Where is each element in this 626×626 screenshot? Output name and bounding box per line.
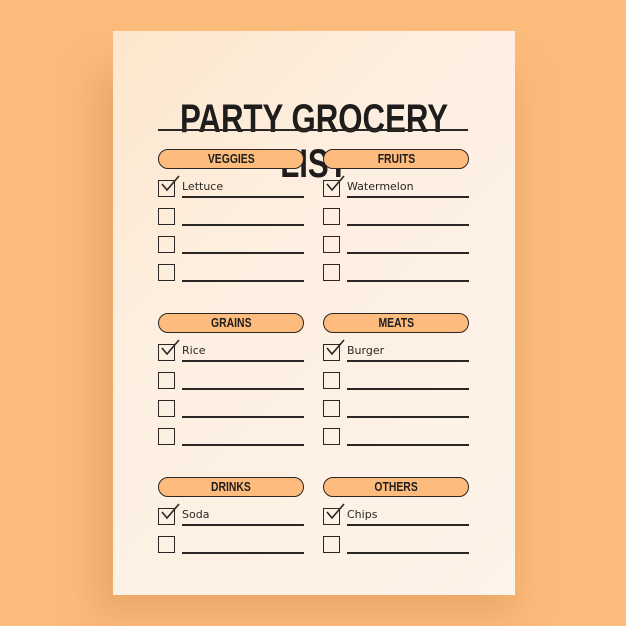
- item-write-line[interactable]: [347, 196, 469, 198]
- checkbox[interactable]: [158, 236, 175, 253]
- checkbox[interactable]: [323, 536, 340, 553]
- item-write-line[interactable]: [182, 196, 304, 198]
- checkmark-icon: [161, 339, 180, 356]
- section-label: OTHERS: [374, 479, 418, 494]
- section-label: MEATS: [378, 315, 414, 330]
- list-item: Burger: [323, 339, 469, 369]
- checkbox[interactable]: [323, 400, 340, 417]
- section-drinks: DRINKS Soda: [158, 477, 304, 561]
- item-write-line[interactable]: [182, 552, 304, 554]
- checkbox[interactable]: [323, 236, 340, 253]
- item-text: Soda: [182, 508, 210, 521]
- section-header-meats: MEATS: [323, 313, 469, 333]
- item-write-line[interactable]: [182, 252, 304, 254]
- item-write-line[interactable]: [347, 444, 469, 446]
- section-header-veggies: VEGGIES: [158, 149, 304, 169]
- title-divider: [158, 129, 468, 131]
- section-others: OTHERS Chips: [323, 477, 469, 561]
- item-write-line[interactable]: [182, 444, 304, 446]
- checkbox[interactable]: [158, 208, 175, 225]
- item-write-line[interactable]: [182, 524, 304, 526]
- checkbox[interactable]: [323, 264, 340, 281]
- item-write-line[interactable]: [347, 416, 469, 418]
- checkmark-icon: [326, 503, 345, 520]
- item-text: Chips: [347, 508, 378, 521]
- item-text: Watermelon: [347, 180, 414, 193]
- checkmark-icon: [161, 175, 180, 192]
- checkbox[interactable]: [158, 536, 175, 553]
- list-item: [323, 205, 469, 233]
- checkbox[interactable]: [158, 372, 175, 389]
- item-write-line[interactable]: [347, 252, 469, 254]
- section-meats: MEATS Burger: [323, 313, 469, 453]
- checkbox[interactable]: [323, 372, 340, 389]
- list-item: [323, 369, 469, 397]
- item-write-line[interactable]: [347, 224, 469, 226]
- list-item: [158, 205, 304, 233]
- item-write-line[interactable]: [347, 524, 469, 526]
- checkmark-icon: [161, 503, 180, 520]
- grocery-list-sheet: PARTY GROCERY LIST VEGGIES Lettuce FRUIT…: [113, 31, 515, 595]
- list-item: Soda: [158, 503, 304, 533]
- section-veggies: VEGGIES Lettuce: [158, 149, 304, 289]
- section-header-others: OTHERS: [323, 477, 469, 497]
- item-write-line[interactable]: [182, 388, 304, 390]
- section-header-fruits: FRUITS: [323, 149, 469, 169]
- item-write-line[interactable]: [347, 552, 469, 554]
- checkbox[interactable]: [158, 400, 175, 417]
- checkbox[interactable]: [158, 428, 175, 445]
- item-text: Rice: [182, 344, 206, 357]
- list-item: [158, 233, 304, 261]
- item-write-line[interactable]: [182, 416, 304, 418]
- section-label: DRINKS: [211, 479, 251, 494]
- section-header-grains: GRAINS: [158, 313, 304, 333]
- section-fruits: FRUITS Watermelon: [323, 149, 469, 289]
- list-item: [158, 261, 304, 289]
- section-label: GRAINS: [210, 315, 252, 330]
- section-label: VEGGIES: [207, 151, 255, 166]
- list-item: [158, 533, 304, 561]
- list-item: [323, 397, 469, 425]
- checkbox[interactable]: [158, 264, 175, 281]
- list-item: Rice: [158, 339, 304, 369]
- list-item: [158, 369, 304, 397]
- list-item: [323, 261, 469, 289]
- list-item: [158, 397, 304, 425]
- item-write-line[interactable]: [182, 360, 304, 362]
- section-header-drinks: DRINKS: [158, 477, 304, 497]
- checkbox[interactable]: [323, 428, 340, 445]
- list-item: [323, 533, 469, 561]
- list-item: Lettuce: [158, 175, 304, 205]
- item-write-line[interactable]: [347, 280, 469, 282]
- item-write-line[interactable]: [182, 280, 304, 282]
- list-item: Watermelon: [323, 175, 469, 205]
- item-text: Burger: [347, 344, 385, 357]
- list-item: Chips: [323, 503, 469, 533]
- item-text: Lettuce: [182, 180, 224, 193]
- list-item: [323, 425, 469, 453]
- section-label: FRUITS: [377, 151, 415, 166]
- list-item: [323, 233, 469, 261]
- checkmark-icon: [326, 339, 345, 356]
- list-item: [158, 425, 304, 453]
- section-grains: GRAINS Rice: [158, 313, 304, 453]
- checkmark-icon: [326, 175, 345, 192]
- checkbox[interactable]: [323, 208, 340, 225]
- item-write-line[interactable]: [182, 224, 304, 226]
- item-write-line[interactable]: [347, 388, 469, 390]
- item-write-line[interactable]: [347, 360, 469, 362]
